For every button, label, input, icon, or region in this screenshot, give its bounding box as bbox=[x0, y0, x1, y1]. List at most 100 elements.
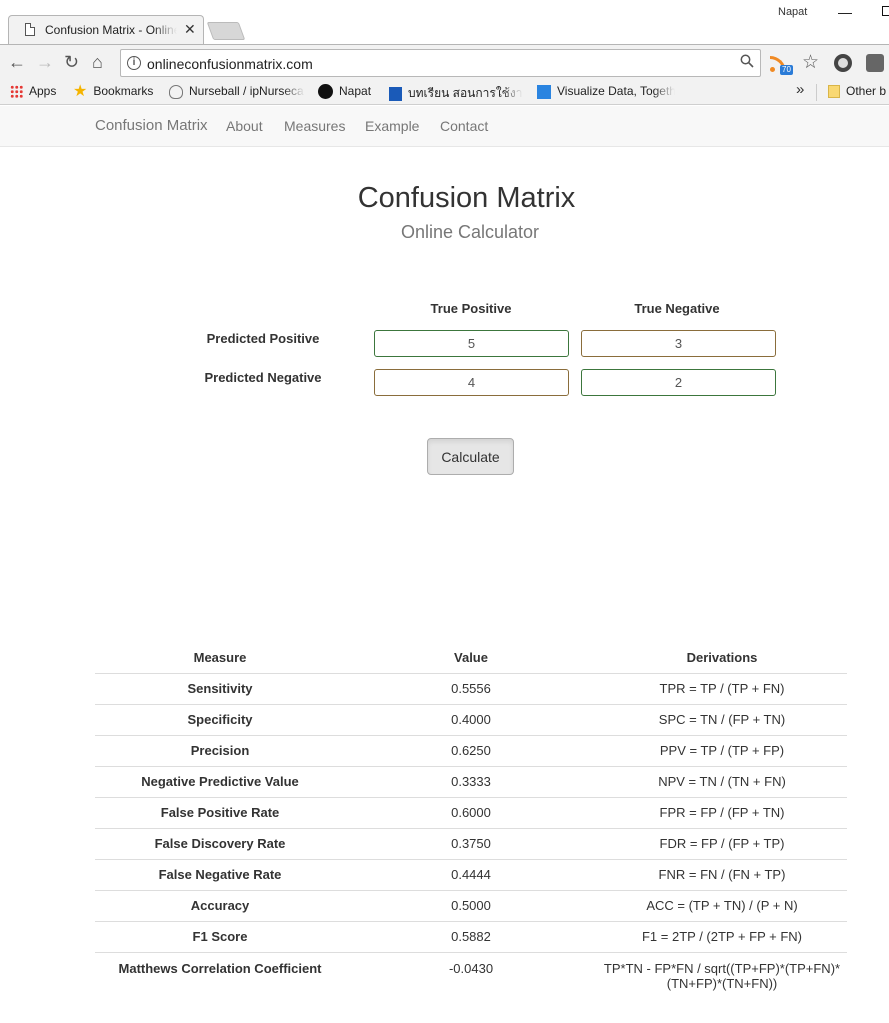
tab-title: Confusion Matrix - Online bbox=[45, 23, 177, 37]
value-cell: 0.5000 bbox=[345, 890, 597, 922]
new-tab-button[interactable] bbox=[206, 22, 246, 40]
bookmarks-bar: Apps ★ Bookmarks Nurseball / ipNurseca Na… bbox=[0, 80, 889, 105]
forward-icon[interactable]: → bbox=[36, 52, 54, 72]
close-tab-icon[interactable]: ✕ bbox=[184, 21, 196, 38]
more-bookmarks-icon[interactable]: » bbox=[796, 81, 804, 98]
bookmark-napat[interactable]: Napat bbox=[318, 84, 371, 100]
web-extension-icon[interactable] bbox=[834, 54, 852, 72]
derivation-cell: FPR = FP / (FP + TN) bbox=[597, 797, 847, 829]
value-cell: 0.3750 bbox=[345, 828, 597, 860]
fp-input[interactable] bbox=[581, 330, 776, 357]
row-predicted-positive: Predicted Positive bbox=[206, 331, 320, 346]
apps-grid-icon bbox=[10, 85, 23, 99]
table-row: Accuracy 0.5000 ACC = (TP + TN) / (P + N) bbox=[95, 890, 847, 922]
table-header-row: Measure Value Derivations bbox=[95, 642, 847, 674]
chart-icon bbox=[537, 84, 551, 99]
page-title: Confusion Matrix bbox=[357, 182, 576, 214]
derivation-cell: TPR = TP / (TP + FN) bbox=[597, 673, 847, 705]
table-row: False Negative Rate 0.4444 FNR = FN / (FN … bbox=[95, 859, 847, 891]
rss-badge: 70 bbox=[780, 65, 793, 75]
address-bar[interactable]: i onlineconfusionmatrix.com bbox=[120, 49, 761, 77]
measure-cell: False Negative Rate bbox=[95, 859, 345, 891]
value-cell: -0.0430 bbox=[448, 960, 494, 976]
nav-about[interactable]: About bbox=[226, 118, 263, 134]
reload-icon[interactable]: ↻ bbox=[64, 52, 79, 72]
results-table: Measure Value Derivations Sensitivity 0.5… bbox=[95, 642, 847, 994]
table-row: Precision 0.6250 PPV = TP / (TP + FP) bbox=[95, 735, 847, 767]
value-cell: 0.4000 bbox=[345, 704, 597, 736]
measure-cell: Specificity bbox=[95, 704, 345, 736]
table-row: False Discovery Rate 0.3750 FDR = FP / (FP… bbox=[95, 828, 847, 860]
fn-input[interactable] bbox=[374, 369, 569, 396]
measure-cell: Precision bbox=[95, 735, 345, 767]
minimize-icon[interactable]: — bbox=[838, 4, 852, 20]
nav-example[interactable]: Example bbox=[365, 118, 419, 134]
measure-cell: Matthews Correlation Coefficient bbox=[118, 960, 322, 976]
derivation-cell: SPC = TN / (FP + TN) bbox=[597, 704, 847, 736]
derivation-cell: TP*TN - FP*FN / sqrt((TP+FP)*(TP+FN)*(TN… bbox=[603, 960, 841, 991]
nav-measures[interactable]: Measures bbox=[284, 118, 345, 134]
browser-tab[interactable]: Confusion Matrix - Online ✕ bbox=[8, 15, 204, 45]
derivation-cell: PPV = TP / (TP + FP) bbox=[597, 735, 847, 767]
value-cell: 0.5882 bbox=[345, 921, 597, 953]
bookmark-star-icon[interactable]: ☆ bbox=[802, 51, 819, 74]
extension-icon[interactable] bbox=[866, 54, 884, 72]
page-icon bbox=[25, 23, 35, 36]
measure-cell: Accuracy bbox=[95, 890, 345, 922]
bookmark-thai-tutorial[interactable]: บทเรียน สอนการใช้งาน p bbox=[389, 84, 523, 103]
derivation-cell: NPV = TN / (TN + FN) bbox=[597, 766, 847, 798]
value-cell: 0.3333 bbox=[345, 766, 597, 798]
tab-strip: Confusion Matrix - Online ✕ Napat — bbox=[0, 0, 889, 45]
measure-cell: Sensitivity bbox=[95, 673, 345, 705]
table-row: Negative Predictive Value 0.3333 NPV = TN … bbox=[95, 766, 847, 798]
tn-input[interactable] bbox=[581, 369, 776, 396]
page-subtitle: Online Calculator bbox=[400, 222, 540, 242]
col-true-negative: True Negative bbox=[634, 301, 720, 316]
doc-icon bbox=[389, 86, 402, 101]
site-info-icon[interactable]: i bbox=[127, 56, 141, 70]
profile-name[interactable]: Napat bbox=[778, 6, 807, 18]
cat-icon bbox=[169, 84, 183, 99]
derivation-cell: FDR = FP / (FP + TP) bbox=[597, 828, 847, 860]
rss-extension-icon[interactable]: 70 bbox=[770, 54, 793, 75]
measure-cell: Negative Predictive Value bbox=[95, 766, 345, 798]
site-navbar: Confusion Matrix About Measures Example … bbox=[0, 106, 889, 147]
tp-input[interactable] bbox=[374, 330, 569, 357]
nav-brand[interactable]: Confusion Matrix bbox=[95, 117, 208, 134]
header-derivations: Derivations bbox=[597, 642, 847, 674]
value-cell: 0.6250 bbox=[345, 735, 597, 767]
table-row: Specificity 0.4000 SPC = TN / (FP + TN) bbox=[95, 704, 847, 736]
home-icon[interactable]: ⌂ bbox=[92, 52, 103, 72]
url-text[interactable]: onlineconfusionmatrix.com bbox=[147, 56, 313, 72]
table-row: False Positive Rate 0.6000 FPR = FP / (FP … bbox=[95, 797, 847, 829]
header-measure: Measure bbox=[95, 642, 345, 674]
table-row: F1 Score 0.5882 F1 = 2TP / (2TP + FP + FN) bbox=[95, 921, 847, 953]
other-bookmarks[interactable]: Other b bbox=[828, 84, 886, 99]
row-predicted-negative: Predicted Negative bbox=[204, 370, 322, 385]
value-cell: 0.6000 bbox=[345, 797, 597, 829]
folder-icon bbox=[828, 85, 840, 99]
value-cell: 0.5556 bbox=[345, 673, 597, 705]
bookmark-nursecall[interactable]: Nurseball / ipNurseca bbox=[169, 84, 305, 99]
measure-cell: False Discovery Rate bbox=[95, 828, 345, 860]
star-icon: ★ bbox=[73, 84, 88, 99]
github-icon bbox=[318, 84, 333, 100]
browser-toolbar: ← → ↻ ⌂ i onlineconfusionmatrix.com 70 ☆ bbox=[0, 44, 889, 80]
calculate-button[interactable]: Calculate bbox=[427, 438, 514, 475]
table-row: Matthews Correlation Coefficient -0.0430 T… bbox=[95, 952, 847, 994]
col-true-positive: True Positive bbox=[430, 301, 512, 316]
derivation-cell: F1 = 2TP / (2TP + FP + FN) bbox=[597, 921, 847, 953]
maximize-icon[interactable] bbox=[882, 6, 889, 16]
back-icon[interactable]: ← bbox=[8, 52, 26, 72]
derivation-cell: FNR = FN / (FN + TP) bbox=[597, 859, 847, 891]
measure-cell: F1 Score bbox=[95, 921, 345, 953]
derivation-cell: ACC = (TP + TN) / (P + N) bbox=[597, 890, 847, 922]
header-value: Value bbox=[345, 642, 597, 674]
search-icon[interactable] bbox=[740, 54, 754, 68]
measure-cell: False Positive Rate bbox=[95, 797, 345, 829]
bookmark-apps[interactable]: Apps bbox=[10, 84, 56, 99]
value-cell: 0.4444 bbox=[345, 859, 597, 891]
bookmark-bookmarks[interactable]: ★ Bookmarks bbox=[73, 84, 153, 99]
bookmark-visualize-data[interactable]: Visualize Data, Togeth bbox=[537, 84, 675, 99]
nav-contact[interactable]: Contact bbox=[440, 118, 488, 134]
